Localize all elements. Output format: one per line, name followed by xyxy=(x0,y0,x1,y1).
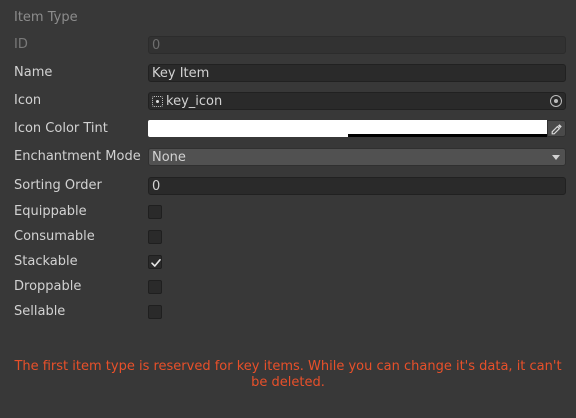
sorting-order-field[interactable]: 0 xyxy=(148,177,566,195)
stackable-label: Stackable xyxy=(14,254,78,269)
enchantment-mode-label: Enchantment Mode xyxy=(14,149,141,164)
flag-row-consumable: Consumable xyxy=(0,227,576,247)
enchantment-mode-dropdown[interactable]: None xyxy=(148,148,566,166)
sellable-label: Sellable xyxy=(14,304,66,319)
equippable-checkbox[interactable] xyxy=(148,205,162,219)
sprite-icon xyxy=(152,96,163,107)
enchantment-mode-value: None xyxy=(152,150,186,165)
name-row: Name Key Item xyxy=(0,63,576,83)
section-header: Item Type xyxy=(14,10,78,25)
sellable-checkbox[interactable] xyxy=(148,305,162,319)
eyedropper-button[interactable] xyxy=(547,120,566,137)
color-swatch[interactable] xyxy=(148,120,547,137)
object-picker-icon[interactable] xyxy=(550,95,562,107)
id-row: ID 0 xyxy=(0,35,576,55)
eyedropper-icon xyxy=(551,124,562,135)
droppable-checkbox[interactable] xyxy=(148,280,162,294)
id-value: 0 xyxy=(152,38,161,53)
icon-object-field[interactable]: key_icon xyxy=(148,92,566,110)
icon-row: Icon key_icon xyxy=(0,91,576,111)
droppable-label: Droppable xyxy=(14,279,82,294)
id-label: ID xyxy=(14,37,28,52)
flag-row-stackable: Stackable xyxy=(0,252,576,272)
icon-label: Icon xyxy=(14,93,42,108)
id-field: 0 xyxy=(148,36,566,54)
enchantment-mode-row: Enchantment Mode None xyxy=(0,147,576,167)
sorting-order-row: Sorting Order 0 xyxy=(0,176,576,196)
sorting-order-label: Sorting Order xyxy=(14,178,102,193)
checkmark-icon xyxy=(151,259,161,267)
consumable-checkbox[interactable] xyxy=(148,230,162,244)
equippable-label: Equippable xyxy=(14,204,87,219)
flag-row-equippable: Equippable xyxy=(0,202,576,222)
alpha-bar xyxy=(348,134,547,137)
flag-row-sellable: Sellable xyxy=(0,302,576,322)
icon-color-tint-label: Icon Color Tint xyxy=(14,121,108,136)
chevron-down-icon xyxy=(552,155,560,160)
consumable-label: Consumable xyxy=(14,229,95,244)
stackable-checkbox[interactable] xyxy=(148,255,162,269)
name-label: Name xyxy=(14,65,53,80)
name-value: Key Item xyxy=(152,66,210,81)
flag-row-droppable: Droppable xyxy=(0,277,576,297)
name-field[interactable]: Key Item xyxy=(148,64,566,82)
sorting-order-value: 0 xyxy=(152,179,161,194)
icon-color-tint-row: Icon Color Tint xyxy=(0,119,576,139)
warning-message: The first item type is reserved for key … xyxy=(14,359,562,390)
icon-value: key_icon xyxy=(166,94,223,109)
